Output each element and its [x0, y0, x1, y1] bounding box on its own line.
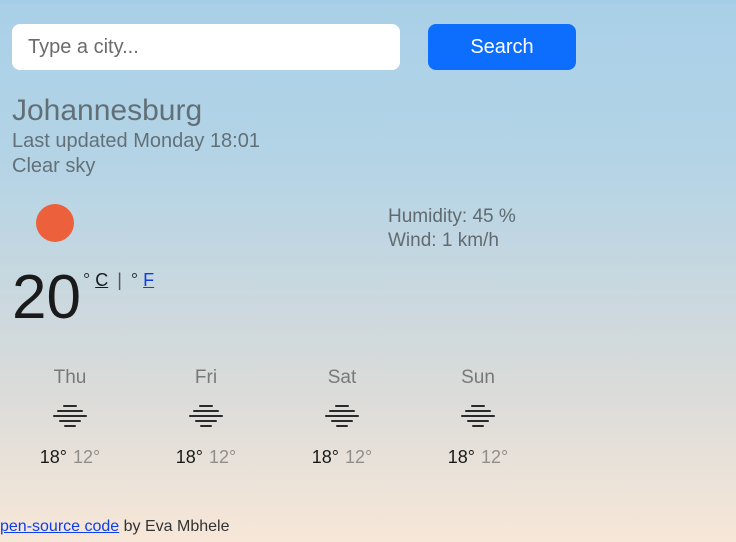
- fog-icon: [306, 405, 378, 427]
- current-weather: 20 ° C | ° F Humidity: 45 % Wind: 1 km/h: [12, 204, 724, 333]
- humidity-unit: %: [499, 206, 516, 227]
- fog-icon: [442, 405, 514, 427]
- current-left: 20 ° C | ° F: [12, 204, 348, 333]
- city-search-input[interactable]: [12, 24, 400, 70]
- fog-icon: [170, 405, 242, 427]
- source-code-link[interactable]: pen-source code: [0, 518, 119, 535]
- weather-condition: Clear sky: [12, 155, 724, 178]
- fog-icon: [34, 405, 106, 427]
- updated-prefix: Last updated: [12, 130, 128, 152]
- forecast-day: Sat 18° 12°: [306, 367, 378, 468]
- forecast-day: Thu 18° 12°: [34, 367, 106, 468]
- wind-label: Wind:: [388, 230, 437, 251]
- degree-sign: °: [131, 270, 138, 290]
- updated-time: 18:01: [210, 130, 260, 152]
- degree-sign: °: [83, 270, 90, 290]
- last-updated: Last updated Monday 18:01: [12, 130, 724, 153]
- forecast-temps: 18° 12°: [170, 447, 242, 468]
- temp-high: 18°: [448, 447, 475, 467]
- weather-app: Search Johannesburg Last updated Monday …: [0, 4, 736, 468]
- footer-author: by Eva Mbhele: [119, 518, 229, 535]
- temp-low: 12°: [345, 447, 372, 467]
- forecast-row: Thu 18° 12° Fri 18° 12° Sat 18° 12°: [12, 367, 724, 468]
- forecast-day-name: Sat: [306, 367, 378, 389]
- footer: pen-source code by Eva Mbhele: [0, 518, 229, 536]
- temp-high: 18°: [312, 447, 339, 467]
- forecast-temps: 18° 12°: [442, 447, 514, 468]
- celsius-link[interactable]: C: [95, 270, 108, 290]
- temp-high: 18°: [176, 447, 203, 467]
- forecast-day: Fri 18° 12°: [170, 367, 242, 468]
- humidity: Humidity: 45 %: [388, 206, 724, 228]
- unit-toggle: ° C | ° F: [83, 262, 154, 291]
- temp-low: 12°: [481, 447, 508, 467]
- wind-unit: km/h: [458, 230, 499, 251]
- temp-low: 12°: [73, 447, 100, 467]
- forecast-day-name: Sun: [442, 367, 514, 389]
- temp-high: 18°: [40, 447, 67, 467]
- forecast-temps: 18° 12°: [34, 447, 106, 468]
- updated-day: Monday: [133, 130, 204, 152]
- wind-value: 1: [442, 230, 453, 251]
- forecast-day-name: Thu: [34, 367, 106, 389]
- humidity-value: 45: [472, 206, 493, 227]
- search-button[interactable]: Search: [428, 24, 576, 70]
- temperature-display: 20 ° C | ° F: [12, 262, 348, 333]
- forecast-day: Sun 18° 12°: [442, 367, 514, 468]
- sun-icon: [36, 204, 74, 242]
- current-right: Humidity: 45 % Wind: 1 km/h: [388, 204, 724, 333]
- wind: Wind: 1 km/h: [388, 230, 724, 252]
- forecast-day-name: Fri: [170, 367, 242, 389]
- fahrenheit-link[interactable]: F: [143, 270, 154, 290]
- forecast-temps: 18° 12°: [306, 447, 378, 468]
- current-temp: 20: [12, 262, 81, 333]
- city-name: Johannesburg: [12, 94, 724, 128]
- search-row: Search: [12, 24, 724, 70]
- unit-separator: |: [117, 270, 122, 290]
- temp-low: 12°: [209, 447, 236, 467]
- humidity-label: Humidity:: [388, 206, 467, 227]
